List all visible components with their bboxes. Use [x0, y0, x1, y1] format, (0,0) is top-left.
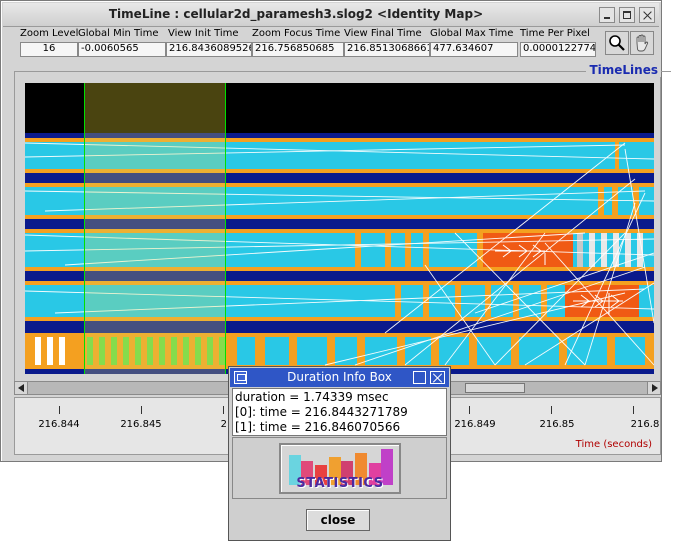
- ruler-tick: [551, 406, 552, 414]
- panel-border-right: [660, 71, 661, 381]
- scroll-left-arrow-icon[interactable]: [15, 382, 28, 394]
- time-per-pixel-value[interactable]: 0.0000122774: [520, 42, 596, 57]
- global-min-time-label: Global Min Time: [78, 28, 159, 39]
- duration-line: duration = 1.74339 msec: [235, 390, 389, 404]
- duration-info-text: duration = 1.74339 msec [0]: time = 216.…: [232, 388, 447, 436]
- end-time-line: [1]: time = 216.846070566: [235, 420, 401, 434]
- global-min-time-field: Global Min Time -0.0060565: [78, 27, 166, 57]
- ruler-tick-label: 216.844: [38, 419, 80, 430]
- ruler-tick-label: 216.845: [120, 419, 162, 430]
- view-final-time-value[interactable]: 216.8513068661: [344, 42, 430, 57]
- minimize-icon[interactable]: [599, 7, 615, 23]
- scroll-right-arrow-icon[interactable]: [647, 382, 660, 394]
- panel-border: [14, 71, 671, 72]
- maximize-icon[interactable]: [413, 371, 426, 384]
- ruler-tick: [223, 406, 224, 414]
- close-button[interactable]: close: [306, 509, 370, 531]
- zoom-focus-time-label: Zoom Focus Time: [252, 28, 341, 39]
- ruler-tick: [469, 406, 470, 414]
- zoom-level-field: Zoom Level 16: [20, 27, 78, 57]
- statistics-area: STATISTICS: [232, 437, 447, 499]
- start-time-line: [0]: time = 216.8443271789: [235, 405, 408, 419]
- time-per-pixel-field: Time Per Pixel 0.0000122774: [520, 27, 596, 57]
- timeline-canvas[interactable]: [25, 83, 654, 374]
- ruler-tick: [141, 406, 142, 414]
- global-max-time-label: Global Max Time: [430, 28, 514, 39]
- time-axis-label: Time (seconds): [575, 439, 652, 450]
- view-init-time-field: View Init Time 216.8436089526: [166, 27, 252, 57]
- global-max-time-value[interactable]: 477.634607: [430, 42, 518, 57]
- view-init-time-value[interactable]: 216.8436089526: [166, 42, 252, 57]
- panel-border-left: [14, 71, 15, 381]
- magnifier-icon: [609, 35, 625, 51]
- hand-icon: [636, 34, 649, 52]
- scrollbar-thumb[interactable]: [465, 383, 525, 393]
- timelines-panel-title: TimeLines: [586, 63, 661, 77]
- title-bar[interactable]: TimeLine : cellular2d_paramesh3.slog2 <I…: [3, 3, 659, 27]
- zoom-focus-time-value[interactable]: 216.756850685: [252, 42, 344, 57]
- close-icon[interactable]: [639, 7, 655, 23]
- window-title: TimeLine : cellular2d_paramesh3.slog2 <I…: [108, 7, 484, 21]
- view-final-time-field: View Final Time 216.8513068661: [344, 27, 430, 57]
- global-max-time-field: Global Max Time 477.634607: [430, 27, 518, 57]
- zoom-level-label: Zoom Level: [20, 28, 79, 39]
- time-per-pixel-label: Time Per Pixel: [520, 28, 590, 39]
- hand-tool-button[interactable]: [630, 31, 654, 55]
- maximize-icon[interactable]: [619, 7, 635, 23]
- ruler-tick-label: 216.8: [630, 419, 660, 430]
- zoom-tool-button[interactable]: [605, 31, 629, 55]
- statistics-button[interactable]: STATISTICS: [279, 443, 401, 494]
- ruler-tick-label: 216.849: [454, 419, 496, 430]
- statistics-label: STATISTICS: [296, 476, 384, 491]
- timeline-drawing[interactable]: [25, 83, 654, 374]
- zoom-focus-time-field: Zoom Focus Time 216.756850685: [252, 27, 344, 57]
- duration-info-dialog: Duration Info Box duration = 1.74339 mse…: [228, 366, 451, 541]
- dialog-title-bar[interactable]: Duration Info Box: [230, 368, 449, 387]
- close-icon[interactable]: [430, 371, 445, 384]
- ruler-tick: [633, 406, 634, 414]
- ruler-tick: [59, 406, 60, 414]
- global-min-time-value[interactable]: -0.0060565: [78, 42, 166, 57]
- zoom-level-value[interactable]: 16: [20, 42, 78, 57]
- view-final-time-label: View Final Time: [344, 28, 422, 39]
- ruler-tick-label: 216.85: [539, 419, 575, 430]
- view-init-time-label: View Init Time: [168, 28, 239, 39]
